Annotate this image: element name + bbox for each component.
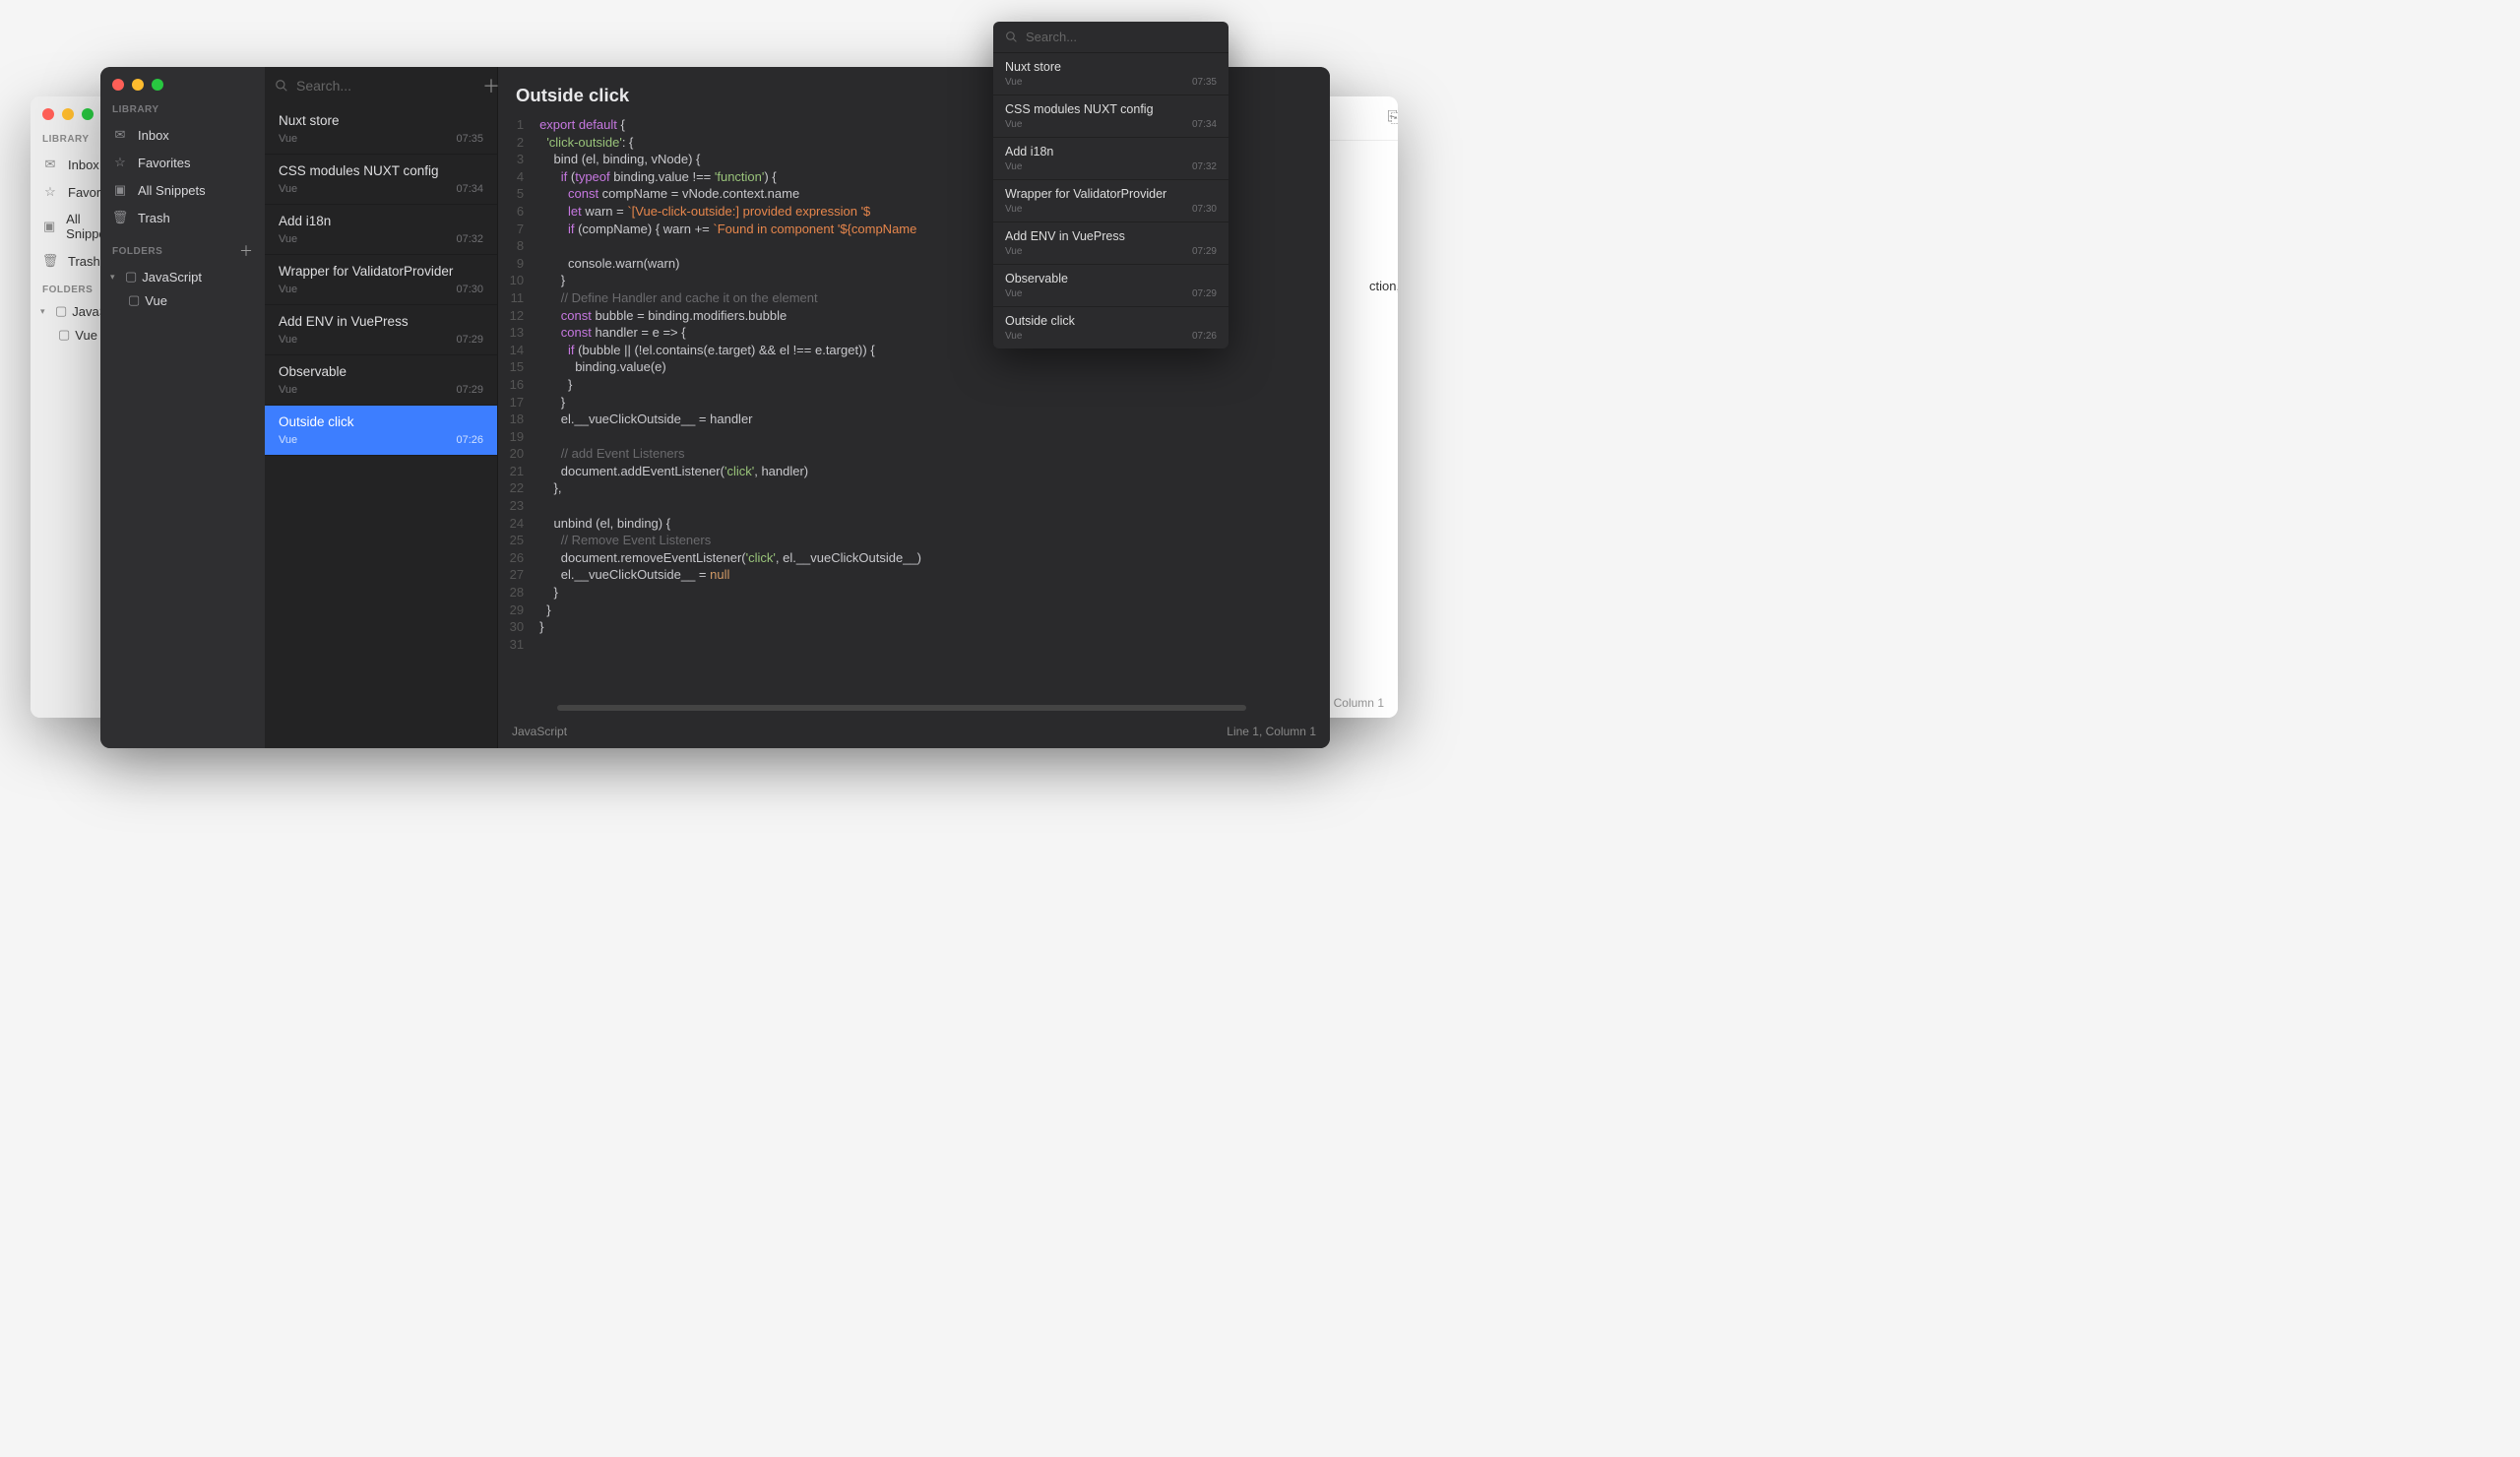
folder-icon: ▢ — [125, 269, 137, 285]
popover-item[interactable]: ObservableVue07:29 — [993, 265, 1228, 307]
popover-search-row — [993, 22, 1228, 53]
inbox-icon: ✉ — [112, 127, 128, 143]
language-indicator[interactable]: JavaScript — [512, 725, 567, 738]
sidebar-item-inbox[interactable]: ✉Inbox — [100, 121, 265, 149]
trash-icon: 🗑 — [42, 253, 58, 269]
search-icon — [1005, 31, 1018, 43]
snippet-item[interactable]: Add i18nVue07:32 — [265, 205, 497, 255]
maximize-window-button[interactable] — [152, 79, 163, 91]
search-icon — [275, 79, 288, 93]
popover-item[interactable]: Wrapper for ValidatorProviderVue07:30 — [993, 180, 1228, 222]
chevron-down-icon: ▾ — [40, 306, 50, 317]
trash-icon: 🗑 — [112, 210, 128, 225]
chevron-down-icon: ▾ — [110, 272, 120, 283]
code-lines[interactable]: export default { 'click-outside': { bind… — [539, 116, 921, 705]
snippet-item[interactable]: Wrapper for ValidatorProviderVue07:30 — [265, 255, 497, 305]
sidebar-item-trash[interactable]: 🗑Trash — [100, 204, 265, 231]
minimize-window-button[interactable] — [62, 108, 74, 120]
sidebar-item-favorites[interactable]: ☆Favorites — [100, 149, 265, 176]
close-window-button[interactable] — [42, 108, 54, 120]
search-input[interactable] — [296, 78, 474, 94]
sidebar-dark: LIBRARY ✉Inbox ☆Favorites ▣All Snippets … — [100, 67, 265, 748]
popover-item[interactable]: Add i18nVue07:32 — [993, 138, 1228, 180]
star-icon: ☆ — [112, 155, 128, 170]
search-row: ＋ — [265, 67, 497, 104]
traffic-lights-dark — [100, 75, 265, 100]
sidebar-item-all[interactable]: ▣All Snippets — [100, 176, 265, 204]
horizontal-scrollbar[interactable] — [557, 705, 1246, 711]
snippet-item-selected[interactable]: Outside clickVue07:26 — [265, 406, 497, 456]
snippet-item[interactable]: Add ENV in VuePressVue07:29 — [265, 305, 497, 355]
library-label-dark: LIBRARY — [100, 100, 265, 121]
popover-search-input[interactable] — [1026, 30, 1217, 44]
add-folder-button[interactable]: ＋ — [239, 241, 253, 261]
minimize-window-button[interactable] — [132, 79, 144, 91]
maximize-window-button[interactable] — [82, 108, 94, 120]
snippet-item[interactable]: ObservableVue07:29 — [265, 355, 497, 406]
search-popover: Nuxt storeVue07:35 CSS modules NUXT conf… — [993, 22, 1228, 348]
snippet-item[interactable]: CSS modules NUXT configVue07:34 — [265, 155, 497, 205]
popover-item[interactable]: Outside clickVue07:26 — [993, 307, 1228, 348]
star-icon: ☆ — [42, 184, 58, 200]
folder-icon: ▢ — [128, 292, 140, 308]
folder-icon: ▢ — [58, 327, 70, 343]
cursor-position: Line 1, Column 1 — [1227, 725, 1316, 738]
line-gutter: 1 2 3 4 5 6 7 8 9 10 11 12 13 14 15 16 1… — [506, 116, 539, 705]
folder-javascript[interactable]: ▾▢JavaScript — [100, 265, 265, 288]
popover-item[interactable]: Nuxt storeVue07:35 — [993, 53, 1228, 95]
status-bar: JavaScript Line 1, Column 1 — [498, 719, 1330, 748]
inbox-icon: ✉ — [42, 157, 58, 172]
snippet-list-pane: ＋ Nuxt storeVue07:35 CSS modules NUXT co… — [265, 67, 498, 748]
folder-vue[interactable]: ▢Vue — [100, 288, 265, 312]
archive-icon: ▣ — [112, 182, 128, 198]
close-window-button[interactable] — [112, 79, 124, 91]
snippet-item[interactable]: Nuxt storeVue07:35 — [265, 104, 497, 155]
popover-item[interactable]: CSS modules NUXT configVue07:34 — [993, 95, 1228, 138]
folders-header-dark: FOLDERS＋ — [100, 231, 265, 265]
clipboard-icon[interactable]: ⎘ — [1388, 109, 1399, 127]
popover-item[interactable]: Add ENV in VuePressVue07:29 — [993, 222, 1228, 265]
folder-icon: ▢ — [55, 303, 67, 319]
archive-icon: ▣ — [42, 219, 56, 234]
